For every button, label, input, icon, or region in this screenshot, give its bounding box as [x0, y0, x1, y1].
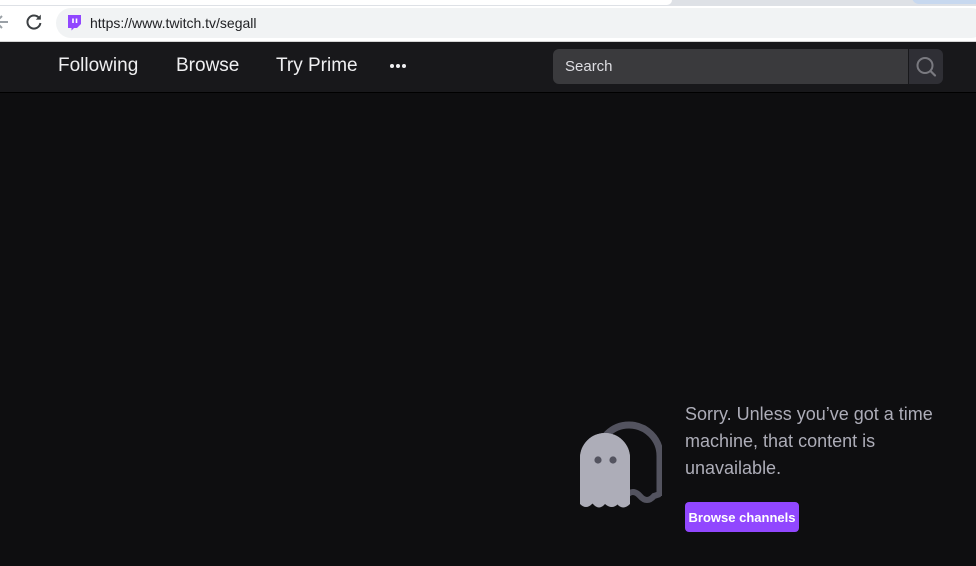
browser-profile-bubble[interactable]	[912, 0, 976, 4]
more-dot	[396, 64, 400, 68]
error-message: Sorry. Unless you’ve got a time machine,…	[685, 404, 933, 478]
more-dot	[390, 64, 394, 68]
more-dots-icon[interactable]	[384, 54, 412, 78]
nav-link-try-prime[interactable]: Try Prime	[276, 54, 358, 78]
top-nav: Following Browse Try Prime	[0, 42, 976, 93]
back-arrow-icon[interactable]	[0, 11, 12, 33]
search-button[interactable]	[909, 49, 943, 84]
ghost-icon	[580, 421, 662, 508]
browser-tab-active[interactable]	[0, 0, 672, 5]
more-dot	[402, 64, 406, 68]
nav-link-browse[interactable]: Browse	[176, 54, 239, 78]
main-content: Sorry. Unless you’ve got a time machine,…	[0, 93, 976, 566]
back-arrow-icon-graphic	[0, 15, 8, 29]
reload-icon[interactable]	[24, 12, 44, 32]
browse-channels-button[interactable]: Browse channels	[685, 502, 799, 532]
search-icon	[916, 57, 937, 77]
search-input[interactable]	[553, 49, 908, 84]
nav-link-following[interactable]: Following	[58, 54, 138, 78]
address-bar-url[interactable]: https://www.twitch.tv/segall	[90, 15, 257, 31]
browser-toolbar: https://www.twitch.tv/segall	[0, 6, 976, 42]
address-bar[interactable]: https://www.twitch.tv/segall	[56, 8, 976, 38]
reload-icon-graphic	[26, 14, 42, 30]
twitch-favicon-icon	[68, 15, 81, 31]
